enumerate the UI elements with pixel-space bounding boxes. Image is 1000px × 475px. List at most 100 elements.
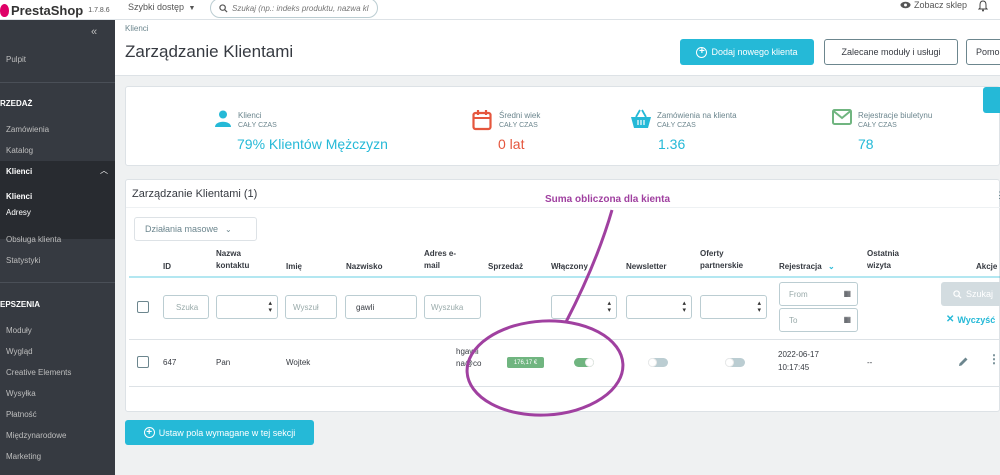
filter-date-from-input[interactable]: From ▦ — [779, 282, 858, 306]
calendar-small-icon[interactable]: ▦ — [843, 289, 851, 298]
column-header-id[interactable]: ID — [163, 261, 171, 273]
filter-firstname-input[interactable]: Wyszuł — [285, 295, 337, 319]
column-header-registration[interactable]: Rejestracja ⌄ — [779, 261, 835, 273]
column-header-email-line1[interactable]: Adres e- — [424, 248, 456, 260]
sidebar-divider — [0, 82, 115, 83]
add-customer-label: Dodaj nowego klienta — [711, 47, 798, 57]
cell-registration-time: 10:17:45 — [778, 363, 810, 372]
sidebar-subitem-addresses[interactable]: Adresy — [6, 208, 31, 217]
panel-settings-icon[interactable]: ⋮ — [995, 190, 1000, 201]
filter-lastname-input[interactable]: gawli — [345, 295, 417, 319]
recommended-modules-button[interactable]: Zalecane moduły i usługi — [824, 39, 958, 65]
envelope-icon — [832, 109, 852, 125]
filter-newsletter-select[interactable]: ▴ ▾ — [626, 295, 692, 319]
sidebar-subitem-customers[interactable]: Klienci — [6, 192, 32, 201]
select-all-checkbox[interactable] — [137, 301, 149, 313]
logo[interactable]: PrestaShop 1.7.8.6 — [0, 0, 110, 20]
search-input[interactable] — [232, 3, 372, 13]
sidebar-item-marketing[interactable]: Marketing — [6, 452, 41, 461]
view-shop-link[interactable]: Zobacz sklep — [900, 0, 967, 10]
date-from-placeholder: From — [789, 289, 808, 299]
panel-title: Zarządzanie Klientami (1) — [132, 188, 258, 200]
bulk-actions-dropdown[interactable]: Działania masowe ⌄ — [134, 217, 257, 241]
column-header-enabled[interactable]: Włączony — [551, 261, 588, 273]
column-header-actions: Akcje — [976, 262, 998, 271]
eye-icon — [900, 1, 911, 9]
cell-email-line1[interactable]: hgawli — [456, 346, 479, 358]
column-header-lastvisit-line1[interactable]: Ostatnia — [867, 248, 899, 260]
clear-filter-label: Wyczyść — [957, 314, 996, 325]
column-header-firstname[interactable]: Imię — [286, 261, 302, 273]
quick-access-dropdown[interactable]: Szybki dostęp ▼ — [128, 0, 195, 16]
sidebar-section-improve: EPSZENIA — [0, 300, 41, 309]
breadcrumb[interactable]: Klienci — [125, 24, 149, 33]
sidebar-item-catalog[interactable]: Katalog — [6, 146, 33, 155]
column-header-optin-line2[interactable]: partnerskie — [700, 260, 743, 272]
filter-email-input[interactable]: Wyszuka — [424, 295, 481, 319]
set-required-fields-label: Ustaw pola wymagane w tej sekcji — [158, 427, 296, 438]
shopping-basket-icon — [631, 109, 651, 128]
top-bar: PrestaShop 1.7.8.6 Szybki dostęp ▼ Zobac… — [0, 0, 1000, 20]
toggle-knob — [585, 358, 594, 367]
column-header-title-line2[interactable]: kontaktu — [216, 260, 249, 272]
enabled-toggle[interactable] — [574, 358, 594, 367]
search-box[interactable] — [210, 0, 378, 18]
logo-text: PrestaShop — [11, 2, 84, 18]
kpi-label: Klienci — [238, 111, 262, 120]
edit-pencil-icon[interactable] — [958, 354, 969, 372]
notifications-bell-icon[interactable] — [977, 0, 989, 15]
search-icon — [953, 289, 962, 299]
close-icon: ✕ — [946, 314, 955, 325]
sidebar-item-customers[interactable]: Klienci — [6, 167, 32, 176]
help-label: Pomo — [976, 47, 1000, 57]
row-checkbox[interactable] — [137, 356, 149, 368]
filter-id-input[interactable]: Szuka — [163, 295, 209, 319]
optin-toggle[interactable] — [725, 358, 745, 367]
recommended-modules-label: Zalecane moduły i usługi — [841, 47, 941, 57]
search-filter-button[interactable]: Szukaj — [941, 282, 1000, 306]
sidebar-item-customer-service[interactable]: Obsługa klienta — [6, 235, 61, 244]
set-required-fields-button[interactable]: + Ustaw pola wymagane w tej sekcji — [125, 420, 314, 445]
column-header-email-line2[interactable]: mail — [424, 260, 440, 272]
clear-filter-button[interactable]: ✕ Wyczyść — [946, 314, 995, 325]
more-actions-icon[interactable]: ⋮ — [988, 352, 1000, 366]
sidebar-item-creative-elements[interactable]: Creative Elements — [6, 368, 71, 377]
sort-desc-icon[interactable]: ⌄ — [828, 262, 835, 271]
kpi-sublabel: CAŁY CZAS — [657, 122, 696, 129]
plus-circle-icon: + — [143, 427, 155, 438]
newsletter-toggle[interactable] — [648, 358, 668, 367]
sidebar-item-international[interactable]: Międzynarodowe — [6, 431, 66, 440]
calendar-small-icon[interactable]: ▦ — [843, 315, 851, 324]
cell-email-line2[interactable]: na@co — [456, 358, 481, 370]
filter-optin-select[interactable]: ▴ ▾ — [700, 295, 767, 319]
kpi-label: Średni wiek — [499, 111, 541, 120]
bulk-actions-label: Działania masowe — [145, 224, 219, 234]
column-header-lastname[interactable]: Nazwisko — [346, 261, 382, 273]
column-header-sales[interactable]: Sprzedaż — [488, 261, 523, 273]
kpi-label: Rejestracje biuletynu — [858, 111, 933, 120]
column-header-lastvisit-line2[interactable]: wizyta — [867, 260, 891, 272]
collapse-sidebar-icon[interactable]: « — [91, 26, 97, 38]
kpi-value: 1.36 — [658, 136, 686, 152]
filter-title-select[interactable]: ▴ ▾ — [216, 295, 278, 319]
sidebar-item-payment[interactable]: Płatność — [6, 410, 37, 419]
sidebar-item-orders[interactable]: Zamówienia — [6, 125, 49, 134]
column-header-title-line1[interactable]: Nazwa — [216, 248, 241, 260]
sidebar-item-shipping[interactable]: Wysyłka — [6, 389, 36, 398]
add-customer-button[interactable]: + Dodaj nowego klienta — [680, 39, 814, 65]
sidebar-item-modules[interactable]: Moduły — [6, 326, 32, 335]
column-header-optin-line1[interactable]: Oferty — [700, 248, 724, 260]
date-to-placeholder: To — [789, 315, 798, 325]
chevron-up-icon: ︿ — [100, 166, 108, 175]
quick-access-label: Szybki dostęp — [128, 2, 185, 12]
help-button[interactable]: Pomo — [966, 39, 1000, 65]
sidebar-item-stats[interactable]: Statystyki — [6, 256, 40, 265]
sidebar-item-design[interactable]: Wygląd — [6, 347, 33, 356]
filter-enabled-select[interactable]: ▴ ▾ — [551, 295, 617, 319]
filter-date-to-input[interactable]: To ▦ — [779, 308, 858, 332]
sidebar-item-dashboard[interactable]: Pulpit — [6, 55, 26, 64]
column-header-newsletter[interactable]: Newsletter — [626, 261, 666, 273]
toggle-knob — [648, 358, 657, 367]
kpi-sublabel: CAŁY CZAS — [499, 122, 538, 129]
kpi-refresh-button[interactable] — [983, 87, 1000, 113]
